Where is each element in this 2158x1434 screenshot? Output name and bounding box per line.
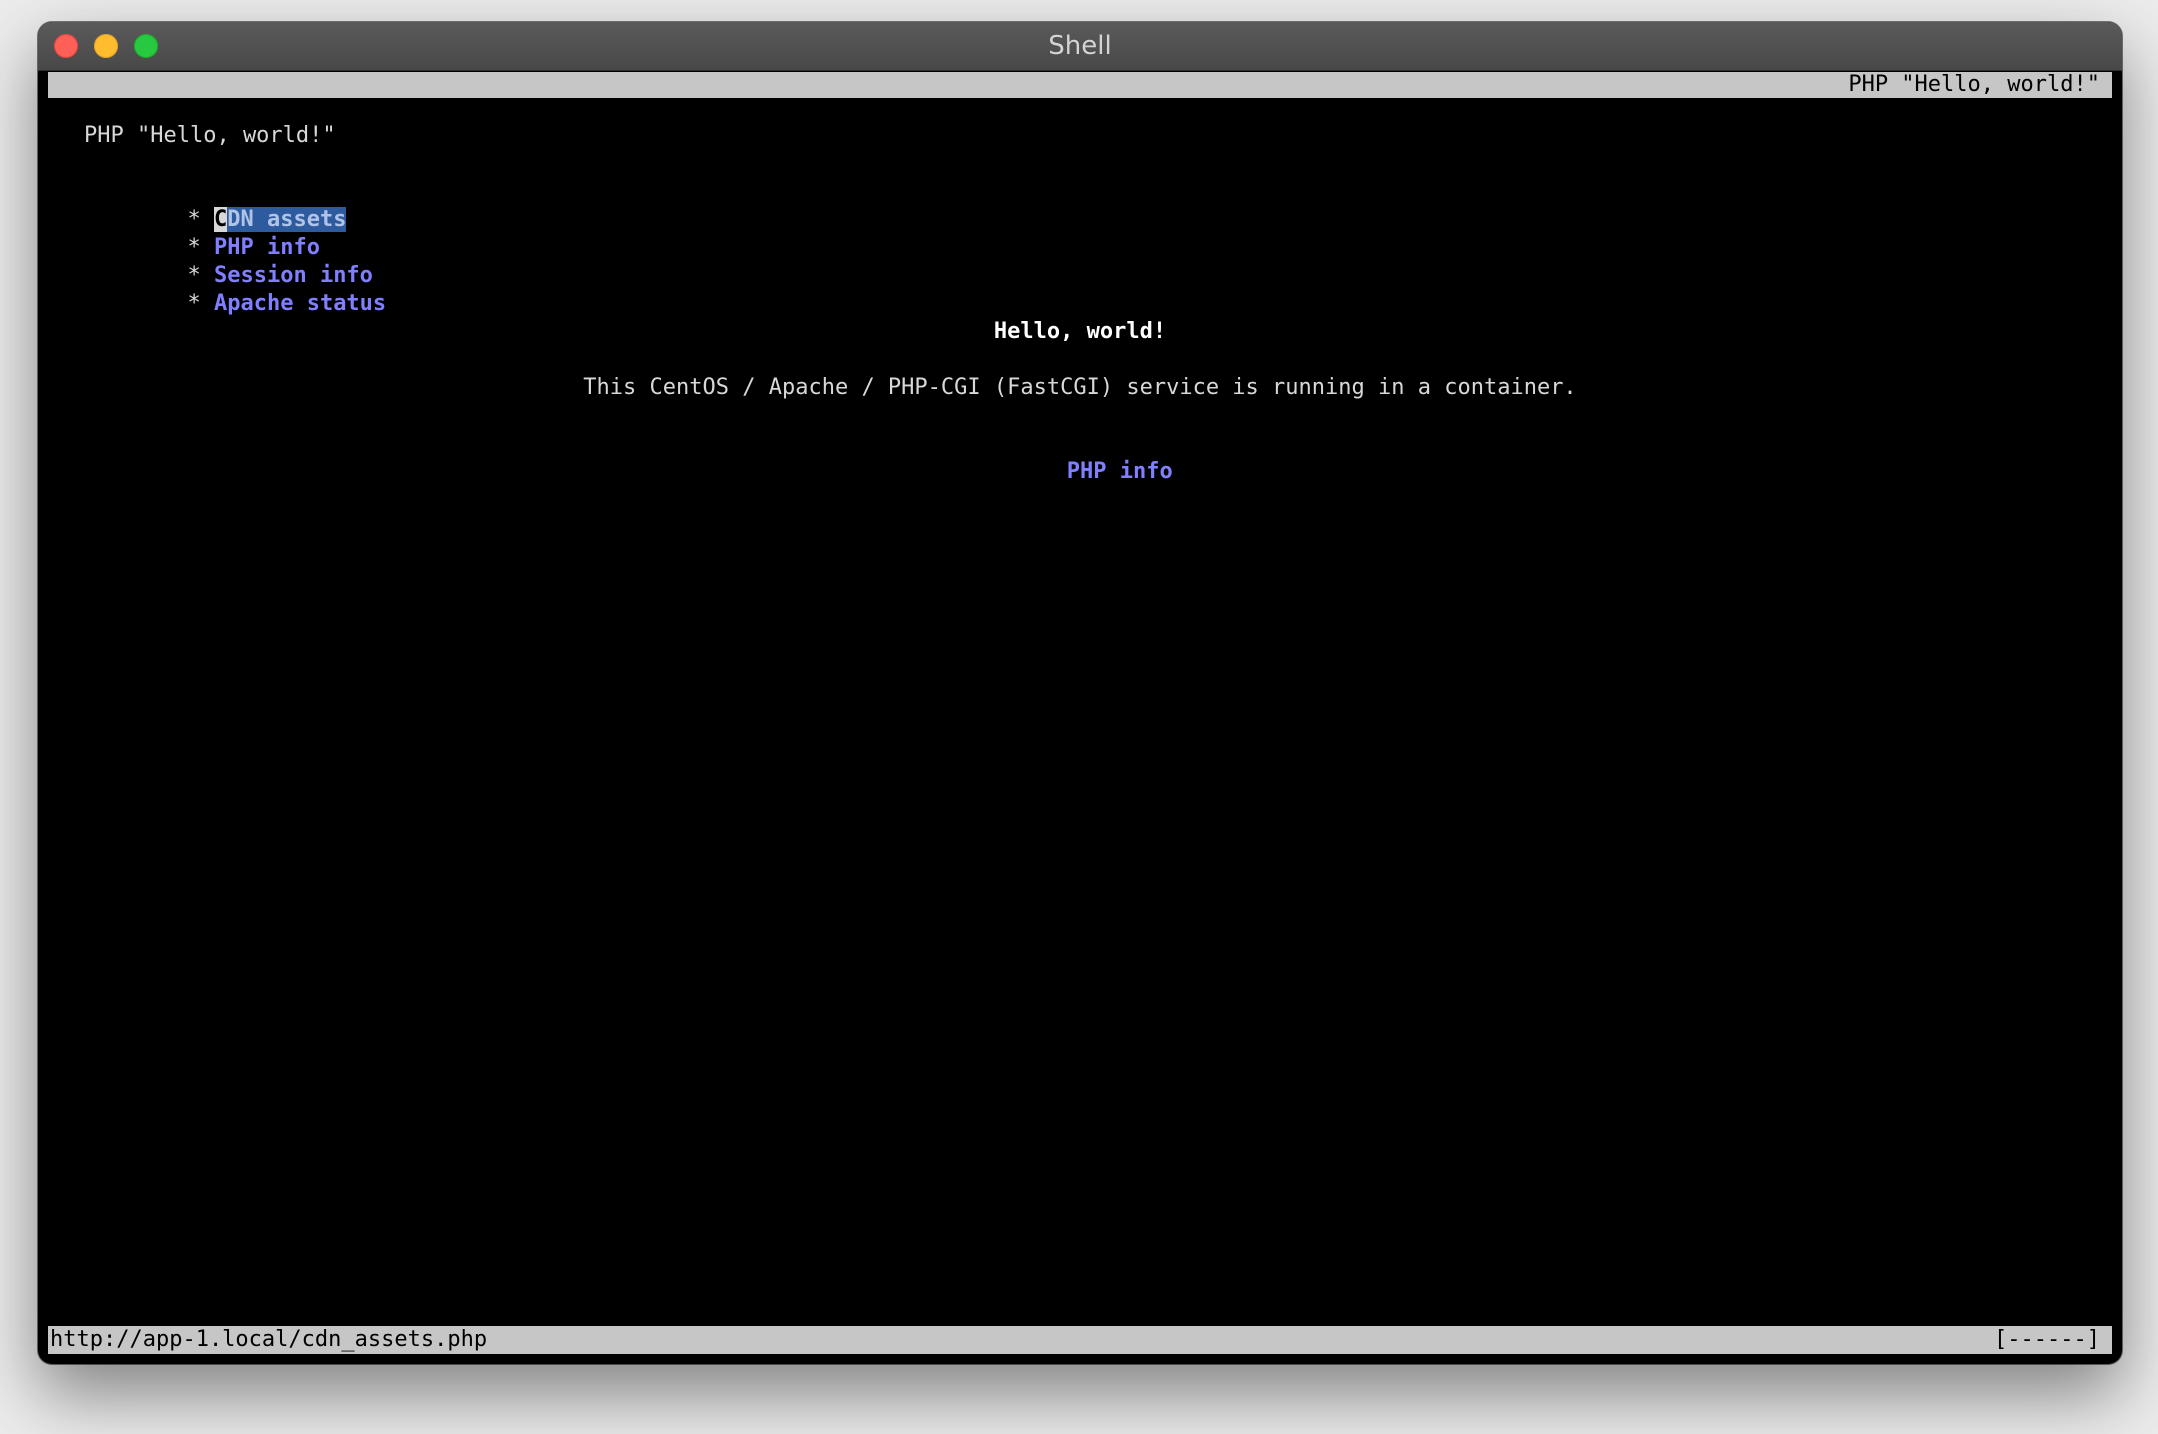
center-link-row: PHP info <box>48 430 2112 514</box>
page-title: PHP "Hello, world!" <box>84 123 336 148</box>
php-info-center-link[interactable]: PHP info <box>1067 459 1173 484</box>
apache-status-link[interactable]: Apache status <box>214 291 386 316</box>
status-bar: http://app-1.local/cdn_assets.php [-----… <box>48 1326 2112 1354</box>
status-url: http://app-1.local/cdn_assets.php <box>50 1327 488 1352</box>
terminal-content[interactable]: PHP "Hello, world!" PHP "Hello, world!" … <box>48 72 2112 1354</box>
status-progress: [------] <box>1994 1327 2100 1352</box>
page-description: This CentOS / Apache / PHP-CGI (FastCGI)… <box>583 375 1577 400</box>
browser-title-bar: PHP "Hello, world!" <box>48 72 2112 98</box>
title-bar[interactable]: Shell <box>38 22 2122 71</box>
terminal-window: Shell PHP "Hello, world!" PHP "Hello, wo… <box>38 22 2122 1364</box>
window-title: Shell <box>1048 31 1112 61</box>
browser-page-title: PHP "Hello, world!" <box>1848 72 2100 97</box>
bullet: * <box>187 291 201 316</box>
page-heading: Hello, world! <box>993 319 1167 344</box>
